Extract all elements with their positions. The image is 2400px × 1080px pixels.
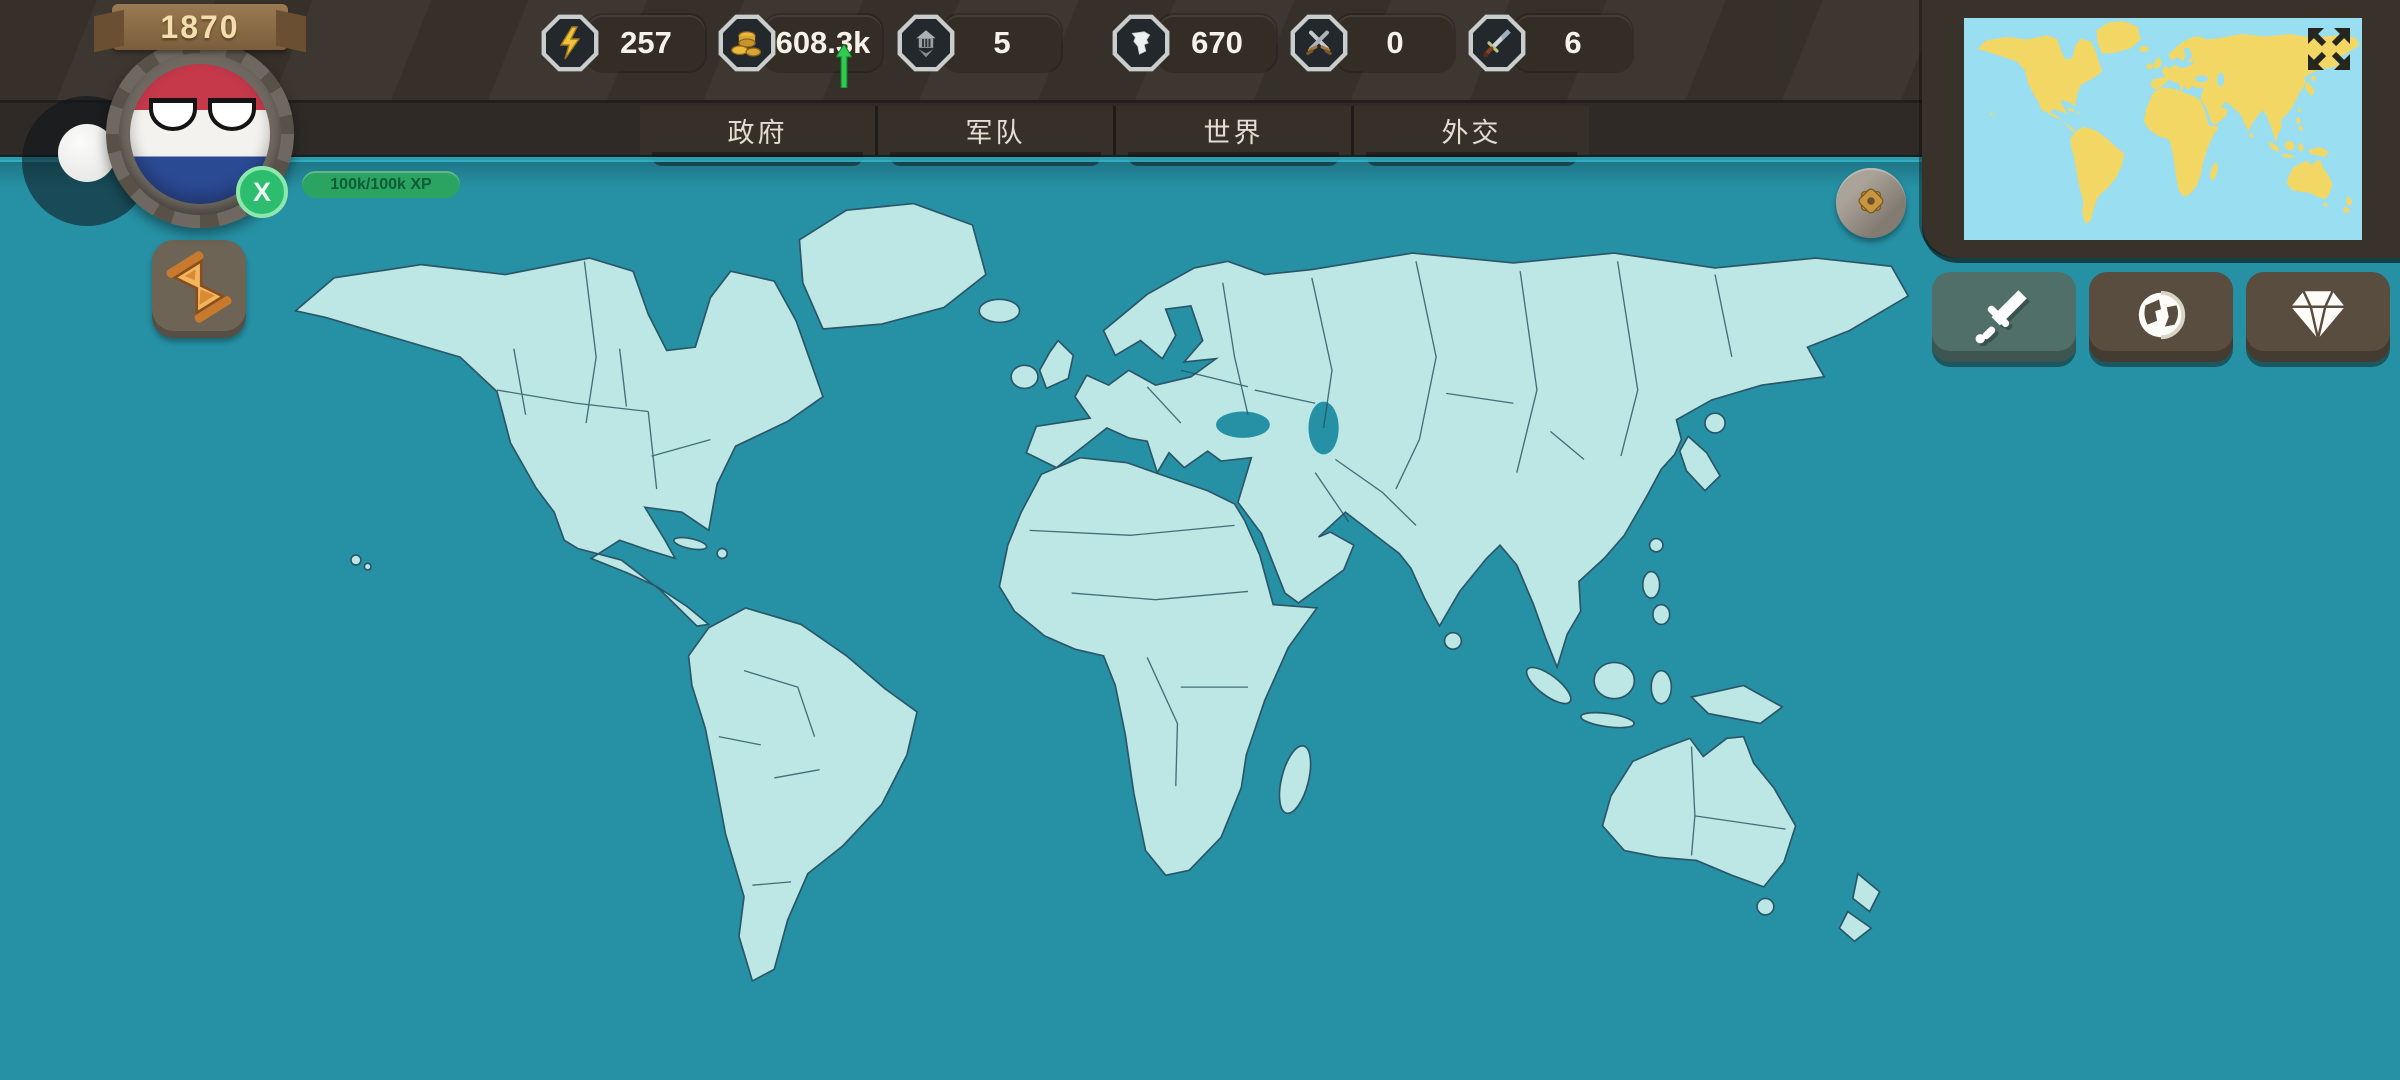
time-speed-button[interactable] bbox=[152, 240, 246, 338]
resource-energy[interactable]: 257 bbox=[541, 14, 717, 72]
resource-money-pill: 608.3k bbox=[764, 15, 882, 71]
level-badge: X bbox=[236, 166, 288, 218]
resource-forts-value: 5 bbox=[993, 25, 1010, 61]
minimap-panel bbox=[1922, 0, 2400, 258]
expand-icon[interactable] bbox=[2306, 26, 2352, 72]
tab-world[interactable]: 世界 bbox=[1116, 106, 1351, 155]
countryball-eye bbox=[149, 98, 197, 131]
resource-wars[interactable]: 0 bbox=[1290, 14, 1466, 72]
resource-wars-pill: 0 bbox=[1336, 15, 1454, 71]
resource-energy-pill: 257 bbox=[587, 15, 705, 71]
diamond-icon bbox=[2287, 287, 2349, 348]
tab-diplomacy[interactable]: 外交 bbox=[1354, 106, 1589, 155]
tab-diplomacy-label: 外交 bbox=[1442, 111, 1502, 150]
tab-government[interactable]: 政府 bbox=[640, 106, 875, 155]
minimap[interactable] bbox=[1964, 18, 2362, 240]
tab-military[interactable]: 军队 bbox=[878, 106, 1113, 155]
resource-manpower-value: 670 bbox=[1191, 25, 1243, 61]
year-banner: 1870 bbox=[112, 4, 288, 50]
world-mode-button[interactable] bbox=[2089, 272, 2233, 362]
sword-white-icon bbox=[1973, 284, 2035, 351]
resource-money[interactable]: 608.3k bbox=[718, 14, 894, 72]
xp-bar: 100k/100k XP bbox=[302, 171, 460, 198]
settings-button[interactable] bbox=[1836, 168, 1906, 238]
resource-forts[interactable]: 5 bbox=[897, 14, 1073, 72]
level-badge-label: X bbox=[253, 177, 271, 208]
hourglass-icon bbox=[170, 256, 228, 323]
xp-label: 100k/100k XP bbox=[330, 176, 431, 194]
gear-icon bbox=[1852, 182, 1890, 225]
premium-gems-button[interactable] bbox=[2246, 272, 2390, 362]
tab-world-label: 世界 bbox=[1204, 111, 1264, 150]
game-screen: 政府 军队 世界 外交 257 608.3k bbox=[0, 0, 2400, 1080]
resource-army-pill: 6 bbox=[1514, 15, 1632, 71]
world-map[interactable] bbox=[240, 192, 1920, 1042]
year-label: 1870 bbox=[160, 9, 239, 46]
resource-manpower[interactable]: 670 bbox=[1112, 14, 1288, 72]
tab-government-label: 政府 bbox=[728, 111, 788, 150]
globe-icon bbox=[2132, 286, 2190, 349]
tab-divider bbox=[875, 106, 878, 155]
resource-army[interactable]: 6 bbox=[1468, 14, 1644, 72]
resource-manpower-pill: 670 bbox=[1158, 15, 1276, 71]
war-mode-button[interactable] bbox=[1932, 272, 2076, 362]
tab-divider bbox=[1113, 106, 1116, 155]
resource-forts-pill: 5 bbox=[943, 15, 1061, 71]
resource-money-value: 608.3k bbox=[776, 25, 871, 61]
tab-military-label: 军队 bbox=[966, 111, 1026, 150]
tab-divider bbox=[1351, 106, 1354, 155]
resource-wars-value: 0 bbox=[1386, 25, 1403, 61]
resource-army-value: 6 bbox=[1564, 25, 1581, 61]
resource-energy-value: 257 bbox=[620, 25, 672, 61]
income-up-arrow-icon bbox=[836, 44, 852, 88]
countryball-eye bbox=[208, 98, 256, 131]
